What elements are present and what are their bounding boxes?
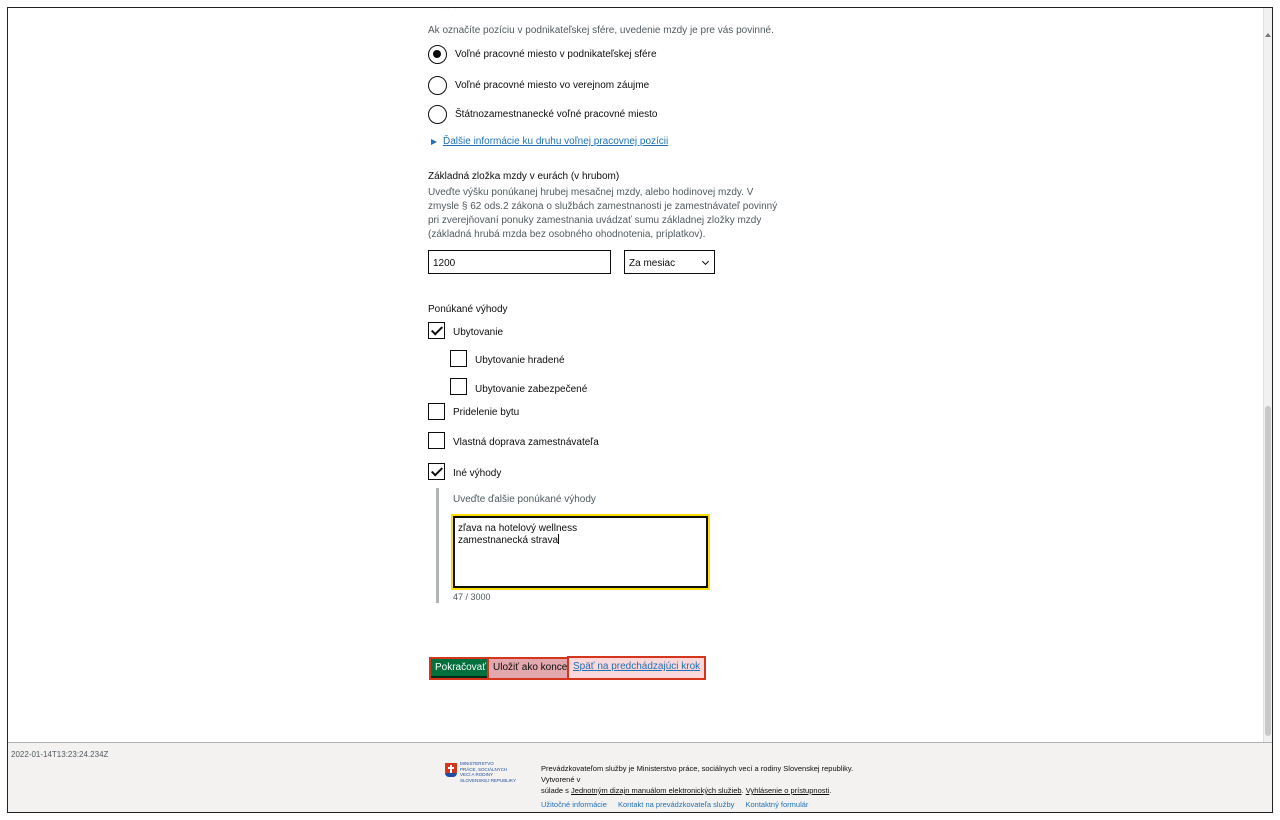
build-timestamp: 2022-01-14T13:23:24.234Z [11, 750, 109, 759]
radio-civil-service-label[interactable]: Štátnozamestnanecké voľné pracovné miest… [455, 109, 657, 120]
checkbox-accommodation-provided[interactable] [450, 378, 467, 395]
checkbox-apartment-allocation-label[interactable]: Pridelenie bytu [453, 407, 519, 418]
salary-period-select[interactable]: Za mesiac [624, 250, 715, 274]
design-manual-link[interactable]: Jednotným dizajn manuálom elektronických… [571, 786, 742, 795]
operator-text-suffix: . [829, 786, 832, 795]
scrollbar-thumb[interactable] [1265, 406, 1271, 736]
text-cursor [558, 534, 560, 544]
operator-statement: Prevádzkovateľom služby je Ministerstvo … [541, 763, 881, 796]
other-benefits-textarea[interactable]: zľava na hotelový wellness zamestnanecká… [451, 514, 710, 590]
operator-text-prefix: súlade s [541, 786, 572, 795]
position-type-details-link[interactable]: Ďalšie informácie ku druhu voľnej pracov… [443, 136, 668, 147]
salary-label: Základná zložka mzdy v eurách (v hrubom) [428, 171, 620, 182]
salary-period-selected: Za mesiac [629, 258, 676, 269]
radio-business-sector-label[interactable]: Voľné pracovné miesto v podnikateľskej s… [455, 49, 657, 60]
scroll-up-arrow-icon[interactable] [1265, 33, 1271, 37]
logo-line: Slovenskej republiky [460, 777, 517, 783]
character-counter: 47 / 3000 [453, 592, 491, 602]
salary-hint-line: Uveďte výšku ponúkanej hrubej mesačnej m… [428, 187, 754, 198]
checkbox-apartment-allocation[interactable] [428, 403, 445, 420]
salary-hint-line: zmysle § 62 ods.2 zákona o službách zame… [428, 201, 778, 212]
checkbox-accommodation-paid-label[interactable]: Ubytovanie hradené [475, 355, 565, 366]
ministry-logo[interactable]: Ministerstvo práce, sociálnych vecí a ro… [445, 761, 525, 801]
page-footer: 2022-01-14T13:23:24.234Z Ministerstvo pr… [8, 742, 1272, 812]
checkbox-accommodation-paid[interactable] [450, 350, 467, 367]
continue-button[interactable]: Pokračovať [429, 657, 492, 680]
page-scrollbar[interactable] [1263, 8, 1272, 742]
radio-business-sector[interactable] [428, 45, 447, 64]
back-to-previous-step-link[interactable]: Späť na predchádzajúci krok [567, 656, 707, 680]
accessibility-statement-link[interactable]: Vyhlásenie o prístupnosti [746, 786, 830, 795]
other-benefits-line: zľava na hotelový wellness [458, 523, 578, 534]
footer-link-contact-form[interactable]: Kontaktný formulár [745, 800, 808, 809]
checkbox-employer-transport-label[interactable]: Vlastná doprava zamestnávateľa [453, 437, 599, 448]
operator-text-line-2: súlade s Jednotným dizajn manuálom elekt… [541, 785, 881, 796]
footer-links: Užitočné informácie Kontakt na prevádzko… [541, 800, 817, 809]
salary-hint: Uveďte výšku ponúkanej hrubej mesačnej m… [428, 186, 777, 242]
radio-civil-service[interactable] [428, 105, 447, 124]
position-type-hint: Ak označíte pozíciu v podnikateľskej sfé… [428, 25, 774, 36]
checkbox-other-benefits-label[interactable]: Iné výhody [453, 468, 501, 479]
salary-hint-line: pri zverejňovaní ponuky zamestnania uvád… [428, 215, 762, 226]
checkbox-accommodation-label[interactable]: Ubytovanie [453, 327, 503, 338]
checkbox-other-benefits[interactable] [428, 463, 445, 480]
checkbox-accommodation[interactable] [428, 322, 445, 339]
other-benefits-line: zamestnanecká strava [458, 535, 559, 546]
conditional-reveal-border [436, 488, 439, 603]
salary-amount-input[interactable]: 1200 [428, 250, 611, 274]
details-toggle-arrow-icon[interactable] [431, 139, 437, 145]
coat-of-arms-base [445, 773, 457, 777]
position-type-heading-cropped: ▪ ▪ ▪ ▪ ▪ [428, 8, 548, 13]
radio-public-interest[interactable] [428, 76, 447, 95]
browser-viewport: ▪ ▪ ▪ ▪ ▪ Ak označíte pozíciu v podnikat… [7, 7, 1273, 813]
footer-link-operator-contact[interactable]: Kontakt na prevádzkovateľa služby [618, 800, 734, 809]
radio-public-interest-label[interactable]: Voľné pracovné miesto vo verejnom záujme [455, 80, 649, 91]
footer-link-useful-info[interactable]: Užitočné informácie [541, 800, 607, 809]
chevron-down-icon [701, 257, 710, 266]
salary-hint-line: (základná hrubá mzda bez osobného ohodno… [428, 229, 706, 240]
checkbox-employer-transport[interactable] [428, 432, 445, 449]
operator-text-line-1: Prevádzkovateľom služby je Ministerstvo … [541, 764, 854, 784]
other-benefits-label: Uveďte ďalšie ponúkané výhody [453, 494, 596, 505]
benefits-label: Ponúkané výhody [428, 304, 508, 315]
checkbox-accommodation-provided-label[interactable]: Ubytovanie zabezpečené [475, 384, 587, 395]
ministry-logo-text: Ministerstvo práce, sociálnych vecí a ro… [460, 761, 516, 783]
